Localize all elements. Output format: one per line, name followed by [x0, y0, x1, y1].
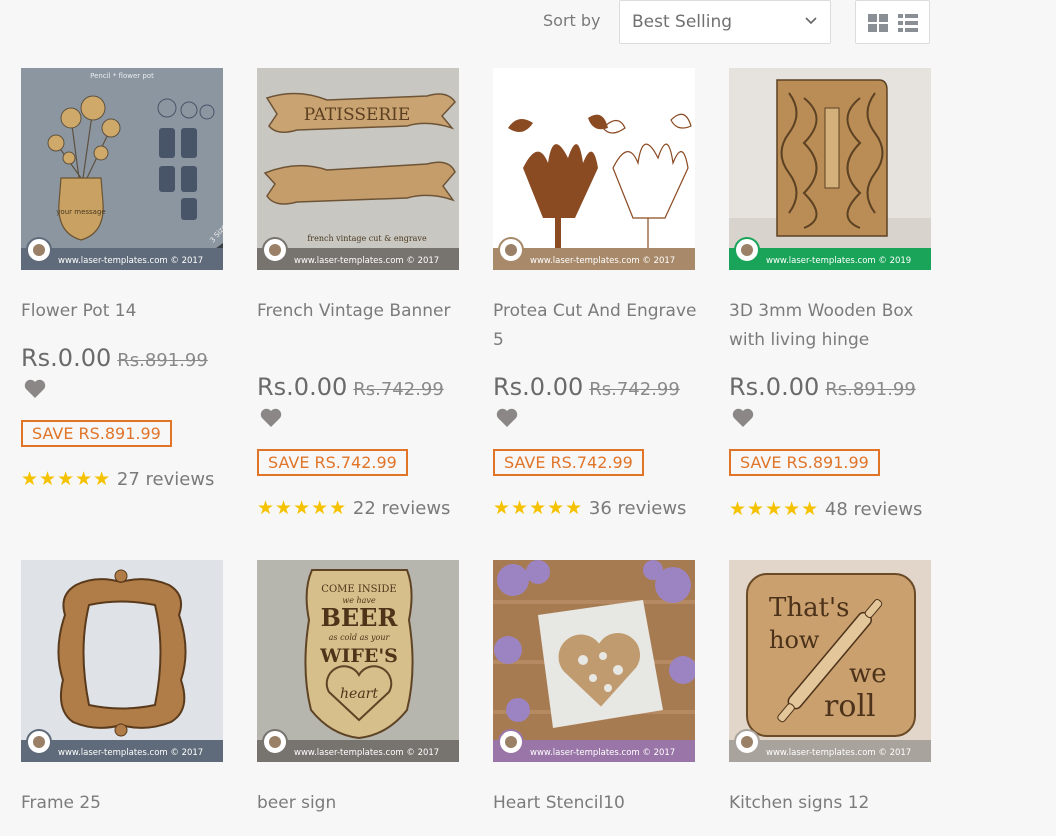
heart-icon[interactable]	[496, 408, 518, 428]
save-badge: SAVE RS.742.99	[493, 449, 644, 476]
image-watermark: www.laser-templates.com © 2017	[766, 748, 911, 758]
price-row: Rs.0.00 Rs.891.99	[729, 372, 934, 405]
product-image[interactable]: COME INSIDE we have BEER as cold as your…	[257, 560, 459, 762]
sale-price: Rs.0.00	[257, 373, 348, 401]
product-title[interactable]: Frame 25	[21, 789, 226, 818]
image-line: COME INSIDE	[321, 584, 396, 595]
sort-select[interactable]: Best Selling	[619, 0, 831, 44]
heart-icon[interactable]	[732, 408, 754, 428]
product-image[interactable]: www.laser-templates.com © 2017	[21, 560, 223, 762]
review-count: 36 reviews	[588, 498, 687, 519]
product-image[interactable]: Pencil * flower pot your message 3 Sizes…	[21, 68, 223, 270]
image-watermark: www.laser-templates.com © 2017	[58, 256, 203, 266]
sale-price: Rs.0.00	[21, 344, 112, 372]
review-count: 27 reviews	[116, 469, 215, 490]
image-caption: french vintage cut & engrave	[307, 234, 427, 243]
sale-price: Rs.0.00	[493, 373, 584, 401]
rating[interactable]: ★★★★★ 36 reviews	[493, 496, 686, 521]
price-row: Rs.0.00 Rs.891.99	[21, 343, 226, 376]
original-price: Rs.742.99	[353, 379, 444, 400]
image-watermark: www.laser-templates.com © 2017	[58, 748, 203, 758]
grid-view-icon[interactable]	[868, 14, 888, 32]
image-watermark: www.laser-templates.com © 2017	[530, 748, 675, 758]
product-image[interactable]: www.laser-templates.com © 2017	[493, 68, 695, 270]
chevron-down-icon	[805, 17, 817, 25]
sort-select-value: Best Selling	[632, 12, 733, 32]
star-rating-icon: ★★★★★	[729, 498, 820, 520]
product-title[interactable]: Kitchen signs 12	[729, 789, 934, 818]
sale-price: Rs.0.00	[729, 373, 820, 401]
product-title[interactable]: Heart Stencil10	[493, 789, 698, 818]
collection-toolbar: Sort by Best Selling	[0, 0, 1056, 46]
image-caption: Pencil * flower pot	[90, 72, 154, 80]
product-image[interactable]: www.laser-templates.com © 2019	[729, 68, 931, 270]
image-watermark: www.laser-templates.com © 2017	[294, 256, 439, 266]
save-badge: SAVE RS.742.99	[257, 449, 408, 476]
review-count: 22 reviews	[352, 498, 451, 519]
heart-icon[interactable]	[260, 408, 282, 428]
star-rating-icon: ★★★★★	[21, 468, 112, 490]
image-line: BEER	[321, 603, 399, 632]
image-line: heart	[340, 686, 378, 702]
product-title[interactable]: French Vintage Banner	[257, 297, 462, 326]
image-line: WIFE'S	[319, 645, 398, 667]
image-line: That's	[769, 593, 850, 623]
image-watermark: www.laser-templates.com © 2017	[294, 748, 439, 758]
sort-label: Sort by	[543, 11, 601, 30]
product-title[interactable]: 3D 3mm Wooden Box with living hinge	[729, 297, 934, 355]
list-view-icon[interactable]	[898, 14, 918, 32]
rating[interactable]: ★★★★★ 48 reviews	[729, 497, 922, 522]
original-price: Rs.891.99	[117, 350, 208, 371]
heart-icon[interactable]	[24, 379, 46, 399]
rating[interactable]: ★★★★★ 27 reviews	[21, 467, 214, 492]
product-image[interactable]: PATISSERIE french vintage cut & engrave …	[257, 68, 459, 270]
save-badge: SAVE RS.891.99	[21, 420, 172, 447]
view-toggle	[855, 0, 930, 44]
image-text: your message	[56, 208, 105, 216]
original-price: Rs.742.99	[589, 379, 680, 400]
original-price: Rs.891.99	[825, 379, 916, 400]
review-count: 48 reviews	[824, 499, 923, 520]
product-title[interactable]: Protea Cut And Engrave 5	[493, 297, 698, 355]
product-image[interactable]: That's how we roll www.laser-templates.c…	[729, 560, 931, 762]
image-line: how	[769, 626, 820, 654]
price-row: Rs.0.00 Rs.742.99	[257, 372, 462, 405]
image-line: as cold as your	[329, 633, 391, 642]
star-rating-icon: ★★★★★	[257, 497, 348, 519]
image-text: PATISSERIE	[304, 105, 411, 125]
price-row: Rs.0.00 Rs.742.99	[493, 372, 698, 405]
rating[interactable]: ★★★★★ 22 reviews	[257, 496, 450, 521]
image-watermark: www.laser-templates.com © 2017	[530, 256, 675, 266]
product-image[interactable]: www.laser-templates.com © 2017	[493, 560, 695, 762]
product-title[interactable]: Flower Pot 14	[21, 297, 226, 326]
star-rating-icon: ★★★★★	[493, 497, 584, 519]
image-line: roll	[824, 689, 876, 724]
image-watermark: www.laser-templates.com © 2019	[766, 256, 911, 266]
save-badge: SAVE RS.891.99	[729, 449, 880, 476]
image-line: we	[849, 659, 887, 689]
product-title[interactable]: beer sign	[257, 789, 462, 818]
